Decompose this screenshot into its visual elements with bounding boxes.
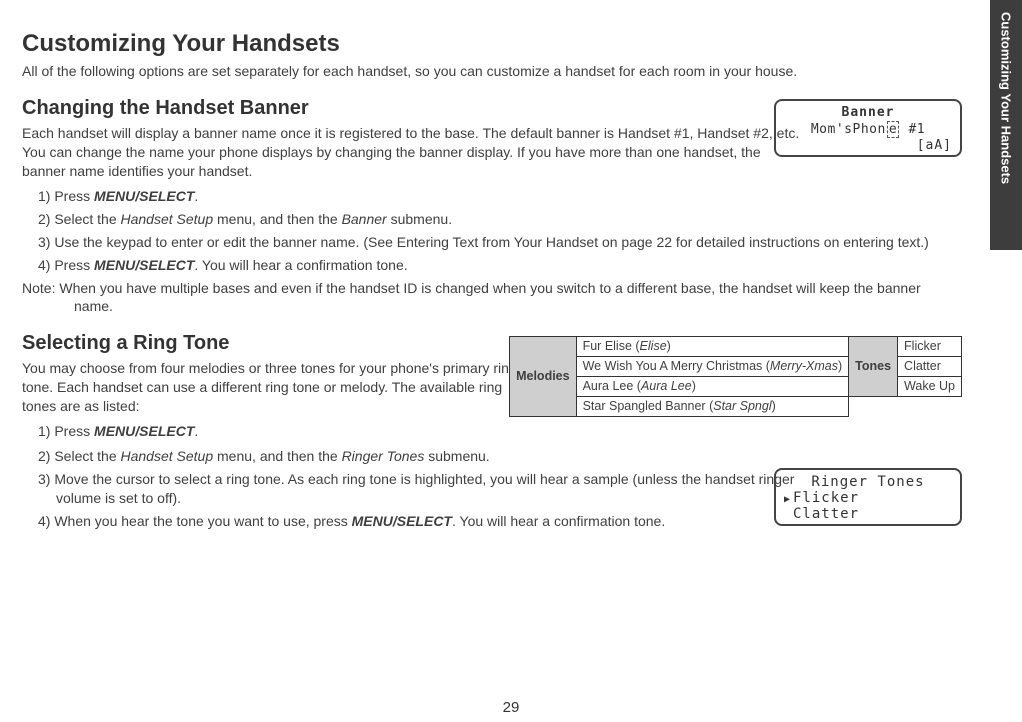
- t: ): [692, 379, 696, 393]
- t: Star Spangled Banner (: [583, 399, 714, 413]
- lcd-banner-text-b: #1: [900, 122, 925, 137]
- page-number: 29: [0, 699, 1022, 716]
- ringtone-step-4: 4) When you hear the tone you want to us…: [38, 512, 808, 531]
- t: Press: [54, 423, 94, 439]
- side-tab: Customizing Your Handsets: [990, 0, 1022, 250]
- lcd-cursor: e: [887, 121, 899, 139]
- t: Use the keypad to enter or edit the bann…: [54, 234, 929, 250]
- t: .: [194, 423, 198, 439]
- t: submenu.: [424, 448, 489, 464]
- banner-note: Note: When you have multiple bases and e…: [22, 279, 962, 317]
- t: ): [838, 359, 842, 373]
- ringtone-step-2: 2) Select the Handset Setup menu, and th…: [38, 447, 808, 466]
- t: Ringer Tones: [342, 448, 425, 464]
- lcd-banner-line1: Banner: [776, 105, 960, 121]
- tone-1: Flicker: [898, 337, 962, 357]
- banner-steps: 1) Press MENU/SELECT. 2) Select the Hand…: [38, 187, 962, 275]
- ringtone-table: Melodies Fur Elise (Elise) Tones Flicker…: [509, 336, 962, 417]
- t: Press: [54, 188, 94, 204]
- t: Press: [54, 257, 94, 273]
- t: . You will hear a confirmation tone.: [194, 257, 407, 273]
- t: Handset Setup: [121, 211, 214, 227]
- t: .: [194, 188, 198, 204]
- banner-step-3: 3) Use the keypad to enter or edit the b…: [38, 233, 962, 252]
- ringtone-steps-part1: 1) Press MENU/SELECT.: [38, 422, 962, 441]
- t: MENU/SELECT: [352, 513, 452, 529]
- spacer: [784, 510, 793, 522]
- t: Aura Lee: [641, 379, 692, 393]
- lcd-banner-screen: Banner Mom'sPhone #1 [aA]: [774, 99, 962, 157]
- page-title: Customizing Your Handsets: [22, 28, 962, 60]
- melodies-header: Melodies: [510, 337, 577, 417]
- t: Handset Setup: [121, 448, 214, 464]
- melody-3: Aura Lee (Aura Lee): [576, 377, 849, 397]
- t: MENU/SELECT: [94, 188, 194, 204]
- t: When you hear the tone you want to use, …: [54, 513, 351, 529]
- ringtone-section: Selecting a Ring Tone You may choose fro…: [22, 330, 962, 530]
- intro-paragraph: All of the following options are set sep…: [22, 62, 962, 81]
- tone-2: Clatter: [898, 357, 962, 377]
- t: ): [667, 339, 671, 353]
- lcd-banner-line3: [aA]: [776, 138, 960, 154]
- t: We Wish You A Merry Christmas (: [583, 359, 770, 373]
- ringtone-step-3: 3) Move the cursor to select a ring tone…: [38, 470, 808, 508]
- t: MENU/SELECT: [94, 257, 194, 273]
- ringtone-intro: You may choose from four melodies or thr…: [22, 359, 522, 416]
- banner-step-4: 4) Press MENU/SELECT. You will hear a co…: [38, 256, 962, 275]
- lcd-ringer-screen: Ringer Tones ▶Flicker Clatter: [774, 468, 962, 526]
- tone-3: Wake Up: [898, 377, 962, 397]
- t: ): [772, 399, 776, 413]
- banner-section: Changing the Handset Banner Each handset…: [22, 95, 962, 316]
- t: Flicker: [793, 490, 859, 506]
- t: Fur Elise (: [583, 339, 640, 353]
- banner-paragraph: Each handset will display a banner name …: [22, 124, 802, 181]
- cursor-triangle-icon: ▶: [784, 494, 793, 506]
- t: Select the: [54, 448, 120, 464]
- t: Banner: [342, 211, 387, 227]
- note-label: Note:: [22, 280, 59, 296]
- lcd-ringer-title: Ringer Tones: [784, 474, 952, 490]
- t: . You will hear a confirmation tone.: [452, 513, 665, 529]
- tones-header: Tones: [849, 337, 898, 397]
- t: Clatter: [793, 506, 859, 522]
- banner-step-1: 1) Press MENU/SELECT.: [38, 187, 962, 206]
- t: MENU/SELECT: [94, 423, 194, 439]
- lcd-banner-text-a: Mom'sPhon: [811, 122, 886, 137]
- t: menu, and then the: [213, 211, 341, 227]
- ringtone-steps-part2: 2) Select the Handset Setup menu, and th…: [38, 447, 808, 531]
- t: Elise: [640, 339, 667, 353]
- melody-2: We Wish You A Merry Christmas (Merry-Xma…: [576, 357, 849, 377]
- t: Star Spngl: [713, 399, 771, 413]
- melody-1: Fur Elise (Elise): [576, 337, 849, 357]
- t: Merry-Xmas: [770, 359, 838, 373]
- t: menu, and then the: [213, 448, 341, 464]
- ringtone-step-1: 1) Press MENU/SELECT.: [38, 422, 962, 441]
- t: Move the cursor to select a ring tone. A…: [54, 471, 794, 506]
- lcd-ringer-row1: ▶Flicker: [784, 490, 952, 506]
- melody-4: Star Spangled Banner (Star Spngl): [576, 396, 849, 416]
- note-text: When you have multiple bases and even if…: [59, 280, 920, 315]
- banner-step-2: 2) Select the Handset Setup menu, and th…: [38, 210, 962, 229]
- page-content: Customizing Your Handsets All of the fol…: [0, 0, 1022, 530]
- lcd-ringer-row2: Clatter: [784, 506, 952, 522]
- lcd-banner-line2: Mom'sPhone #1: [776, 121, 960, 139]
- t: Select the: [54, 211, 120, 227]
- t: Aura Lee (: [583, 379, 641, 393]
- t: submenu.: [387, 211, 452, 227]
